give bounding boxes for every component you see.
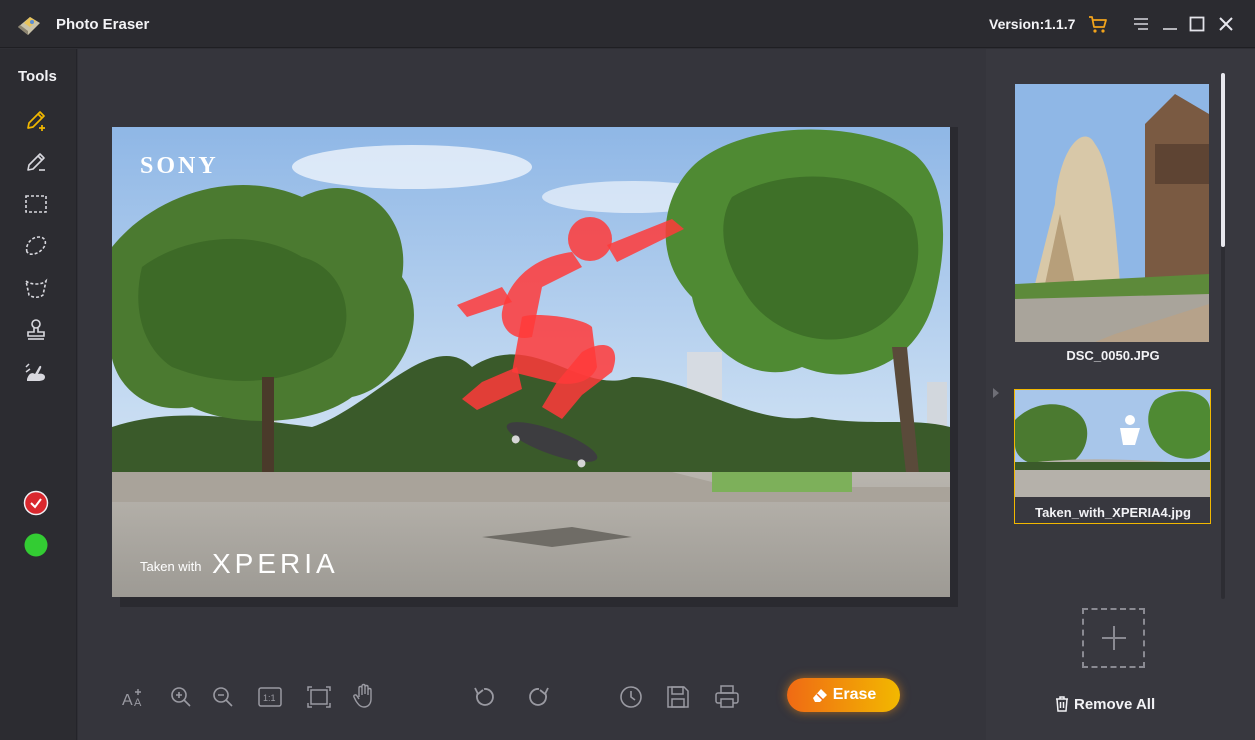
redo-icon[interactable] [525,683,553,711]
menu-icon[interactable] [1131,14,1151,34]
svg-text:A: A [134,697,142,709]
svg-text:A: A [122,692,133,709]
tools-sidebar: Tools [0,49,77,740]
cart-icon[interactable] [1088,14,1108,34]
version-label: Version:1.1.7 [989,16,1076,32]
zoom-in-icon[interactable] [167,683,195,711]
file-thumbnail-2[interactable]: Taken_with_XPERIA4.jpg [1014,389,1211,524]
add-file-button[interactable] [1082,608,1145,668]
minimize-icon[interactable] [1160,14,1180,34]
file-name-1: DSC_0050.JPG [1066,348,1160,363]
brush-minus-icon[interactable] [22,148,50,176]
maximize-icon[interactable] [1187,14,1207,34]
mask-color-red-icon[interactable] [22,489,50,517]
print-icon[interactable] [713,683,741,711]
file-panel: DSC_0050.JPG Taken_with_XPERIA4.jpg Remo… [986,49,1255,740]
remove-all-label: Remove All [1074,695,1156,713]
photo-canvas[interactable]: SONY Taken with XPERIA [112,127,950,597]
erase-button[interactable]: Erase [787,678,900,712]
app-logo-icon [16,13,42,37]
fit-window-icon[interactable] [305,683,333,711]
photo-brand-text: SONY [140,153,219,179]
lasso-icon[interactable] [22,232,50,260]
workspace: SONY Taken with XPERIA AA 1:1 Erase [78,49,986,740]
photo-watermark-small: Taken with [140,559,201,574]
brush-plus-icon[interactable] [22,106,50,134]
erase-button-label: Erase [832,686,877,703]
collapse-arrow-icon[interactable] [991,386,1001,400]
undo-icon[interactable] [470,683,498,711]
close-icon[interactable] [1216,14,1236,34]
actual-size-icon[interactable]: 1:1 [256,683,284,711]
zoom-out-icon[interactable] [209,683,237,711]
save-icon[interactable] [664,683,692,711]
magic-select-icon[interactable] [22,274,50,302]
title-bar: Photo Eraser Version:1.1.7 [0,0,1255,48]
hand-icon[interactable] [350,682,378,710]
text-size-icon[interactable]: AA [120,684,148,712]
file-name-2: Taken_with_XPERIA4.jpg [1035,505,1191,520]
mask-color-green-icon[interactable] [22,531,50,559]
remove-all-button[interactable]: Remove All [1053,693,1155,715]
history-icon[interactable] [617,683,645,711]
rectangle-select-icon[interactable] [22,190,50,218]
app-title: Photo Eraser [56,16,150,33]
stamp-icon[interactable] [22,316,50,344]
smudge-icon[interactable] [22,358,50,386]
scrollbar-thumb[interactable] [1221,73,1225,247]
tools-title: Tools [18,68,57,85]
trash-icon [1056,696,1068,712]
plus-icon [1101,626,1126,650]
file-thumbnail-1[interactable] [1015,84,1209,342]
photo-watermark-large: XPERIA [212,548,339,579]
svg-text:1:1: 1:1 [263,693,276,703]
eraser-icon [811,686,829,704]
